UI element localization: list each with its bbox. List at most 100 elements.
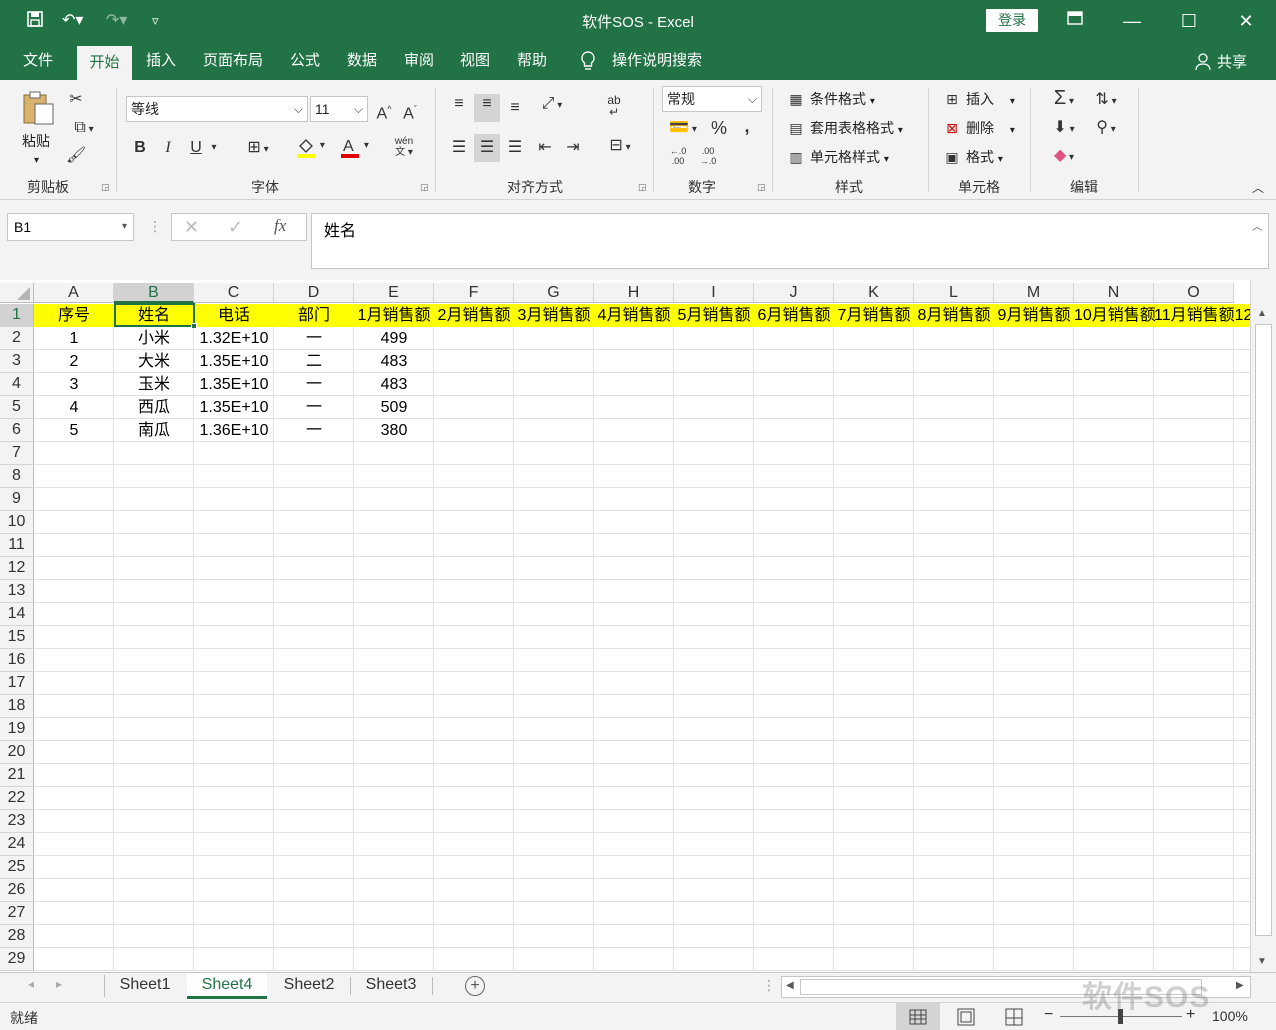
data-cell[interactable]: 3 [34, 373, 114, 396]
paste-icon[interactable] [20, 90, 56, 126]
row-header-28[interactable]: 28 [0, 925, 34, 948]
row-header-15[interactable]: 15 [0, 626, 34, 649]
data-cell[interactable]: 一 [274, 396, 354, 419]
font-color-icon[interactable]: A ▾ [334, 136, 374, 164]
header-cell[interactable]: 序号 [34, 304, 114, 327]
tab-file[interactable]: 文件 [14, 42, 62, 80]
decrease-indent-icon[interactable]: ⇤ [534, 138, 556, 158]
sheet-tab-1[interactable]: Sheet1 [105, 973, 185, 999]
copy-icon[interactable]: ⧉ ▾ [66, 118, 102, 140]
zoom-in-icon[interactable]: + [1186, 1006, 1195, 1024]
column-header-n[interactable]: N [1074, 283, 1154, 303]
row-header-23[interactable]: 23 [0, 810, 34, 833]
align-center-icon[interactable]: ☰ [474, 134, 500, 162]
row-header-2[interactable]: 2 [0, 327, 34, 350]
column-header-h[interactable]: H [594, 283, 674, 303]
ribbon-display-icon[interactable] [1060, 8, 1090, 34]
font-name-select[interactable]: 等线 ⌵ [126, 96, 308, 122]
login-button[interactable]: 登录 [986, 9, 1038, 32]
row-header-4[interactable]: 4 [0, 373, 34, 396]
data-cell[interactable]: 二 [274, 350, 354, 373]
row-header-6[interactable]: 6 [0, 419, 34, 442]
data-cell[interactable]: 509 [354, 396, 434, 419]
collapse-ribbon-icon[interactable]: ︿ [1250, 178, 1266, 198]
row-header-14[interactable]: 14 [0, 603, 34, 626]
row-header-13[interactable]: 13 [0, 580, 34, 603]
scroll-left-icon[interactable]: ◀ [786, 980, 794, 991]
data-cell[interactable]: 1 [34, 327, 114, 350]
autosum-icon[interactable]: Σ ▾ [1044, 88, 1084, 112]
format-painter-icon[interactable]: 🖌 [66, 146, 86, 166]
row-header-10[interactable]: 10 [0, 511, 34, 534]
row-header-9[interactable]: 9 [0, 488, 34, 511]
column-header-g[interactable]: G [514, 283, 594, 303]
increase-indent-icon[interactable]: ⇥ [562, 138, 584, 158]
row-header-22[interactable]: 22 [0, 787, 34, 810]
vertical-scroll-thumb[interactable] [1255, 324, 1272, 936]
tab-home[interactable]: 开始 [77, 46, 132, 80]
maximize-icon[interactable]: ☐ [1174, 8, 1204, 34]
sort-filter-icon[interactable]: ⇅ ▾ [1088, 90, 1124, 112]
data-cell[interactable]: 499 [354, 327, 434, 350]
row-header-7[interactable]: 7 [0, 442, 34, 465]
header-cell[interactable]: 5月销售额 [674, 304, 754, 327]
data-cell[interactable]: 大米 [114, 350, 194, 373]
data-cell[interactable]: 1.35E+10 [194, 396, 274, 419]
normal-view-button[interactable] [896, 1003, 940, 1030]
insert-function-icon[interactable]: fx [274, 216, 286, 236]
number-format-select[interactable]: 常规 ⌵ [662, 86, 762, 112]
font-launcher-icon[interactable]: ◲ [420, 182, 429, 193]
zoom-out-icon[interactable]: − [1044, 1006, 1053, 1024]
merge-center-icon[interactable]: ⊟ ▾ [600, 136, 640, 158]
data-cell[interactable]: 2 [34, 350, 114, 373]
row-header-18[interactable]: 18 [0, 695, 34, 718]
wrap-text-icon[interactable]: ab ↵ [602, 94, 626, 118]
minimize-icon[interactable]: — [1117, 8, 1147, 34]
row-header-25[interactable]: 25 [0, 856, 34, 879]
row-header-29[interactable]: 29 [0, 948, 34, 971]
sheet-tab-2[interactable]: Sheet2 [269, 973, 349, 999]
page-break-view-button[interactable] [992, 1003, 1036, 1030]
column-header-d[interactable]: D [274, 283, 354, 303]
data-cell[interactable]: 玉米 [114, 373, 194, 396]
data-cell[interactable]: 1.32E+10 [194, 327, 274, 350]
paste-label[interactable]: 粘贴 [22, 132, 50, 150]
scroll-right-icon[interactable]: ▶ [1236, 980, 1244, 991]
column-header-c[interactable]: C [194, 283, 274, 303]
row-header-20[interactable]: 20 [0, 741, 34, 764]
orientation-icon[interactable]: ⤢ ▾ [534, 94, 570, 116]
shrink-font-icon[interactable]: Aˇ [400, 99, 420, 124]
header-cell[interactable]: 3月销售额 [514, 304, 594, 327]
row-header-17[interactable]: 17 [0, 672, 34, 695]
scroll-down-icon[interactable]: ▼ [1257, 956, 1267, 967]
align-top-icon[interactable]: ≡ [448, 94, 470, 114]
bold-button[interactable]: B [130, 138, 150, 158]
borders-icon[interactable]: ⊞ ▾ [238, 138, 278, 160]
header-cell[interactable]: 7月销售额 [834, 304, 914, 327]
data-cell[interactable]: 380 [354, 419, 434, 442]
column-header-l[interactable]: L [914, 283, 994, 303]
header-cell[interactable]: 4月销售额 [594, 304, 674, 327]
expand-formula-icon[interactable]: ︿ [1252, 218, 1262, 233]
font-size-select[interactable]: 11 ⌵ [310, 96, 368, 122]
horizontal-scrollbar[interactable]: ◀ ▶ [781, 976, 1251, 998]
fill-handle[interactable] [191, 323, 197, 329]
format-cells-button[interactable]: 格式 ▾ [966, 148, 1003, 169]
tab-page-layout[interactable]: 页面布局 [196, 42, 270, 80]
percent-button[interactable]: % [708, 118, 730, 138]
data-cell[interactable]: 4 [34, 396, 114, 419]
header-cell[interactable]: 电话 [194, 304, 274, 327]
paste-dropdown-icon[interactable]: ▾ [34, 152, 39, 170]
next-sheet-icon[interactable]: ▸ [56, 977, 62, 991]
tab-insert[interactable]: 插入 [139, 42, 183, 80]
cut-icon[interactable]: ✂ [66, 90, 86, 110]
data-cell[interactable]: 483 [354, 350, 434, 373]
insert-cells-button[interactable]: 插入 ▾ [966, 90, 1015, 111]
horizontal-scroll-thumb[interactable] [800, 979, 1202, 995]
tab-data[interactable]: 数据 [340, 42, 384, 80]
row-header-26[interactable]: 26 [0, 879, 34, 902]
header-cell[interactable]: 11月销售额12 [1154, 304, 1250, 327]
grow-font-icon[interactable]: A^ [374, 99, 394, 124]
align-bottom-icon[interactable]: ≡ [504, 98, 526, 118]
data-cell[interactable]: 5 [34, 419, 114, 442]
